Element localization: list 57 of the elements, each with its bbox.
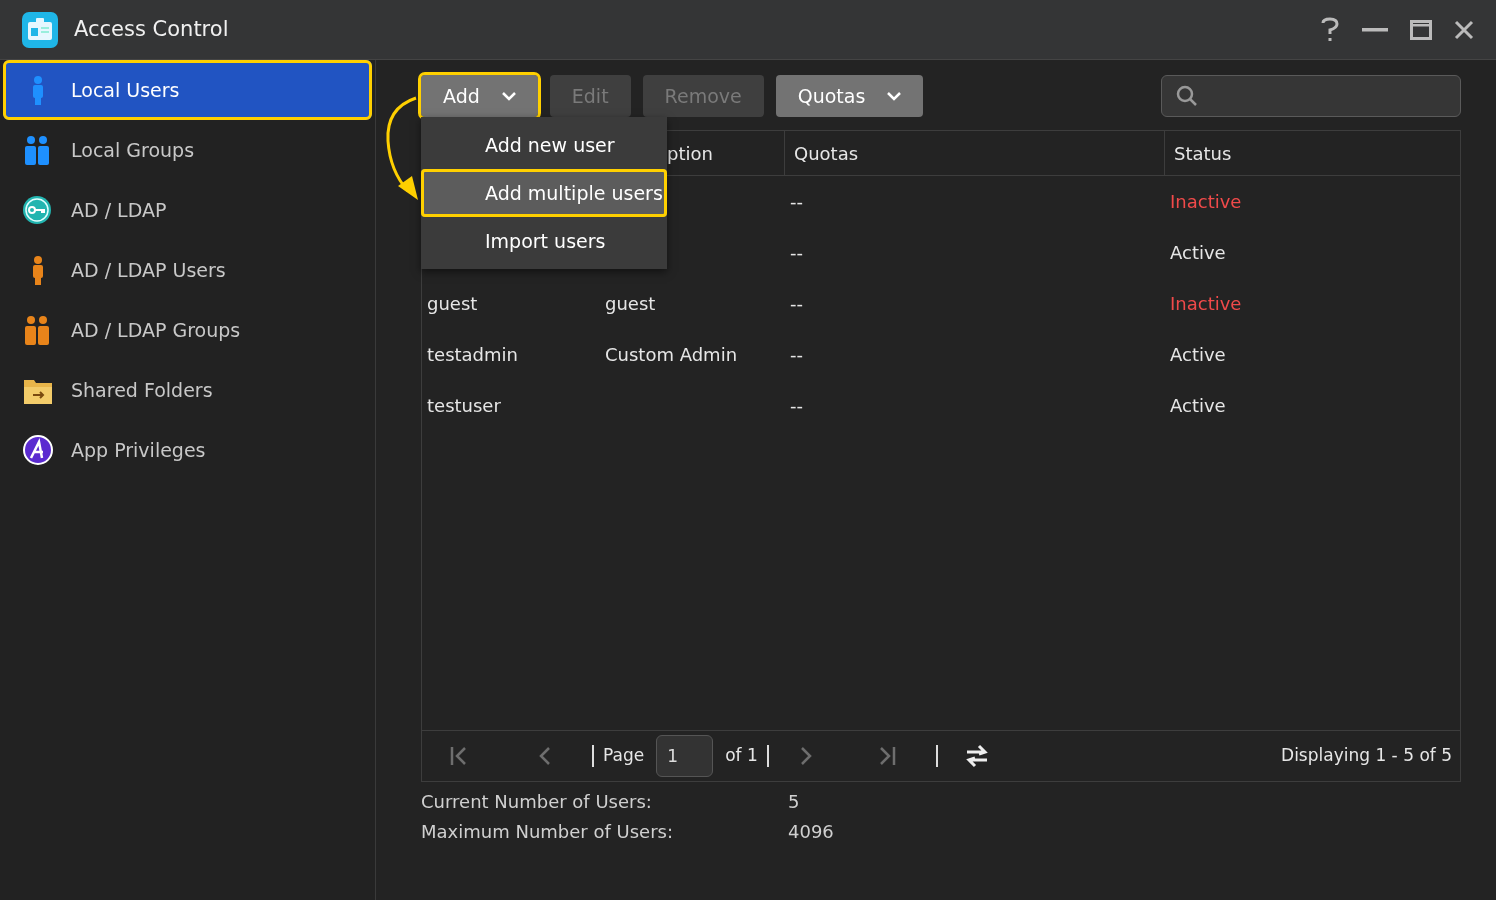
table-cell: guest bbox=[605, 293, 656, 314]
last-page-icon[interactable] bbox=[877, 746, 896, 766]
next-page-icon[interactable] bbox=[798, 746, 813, 766]
caret-icon bbox=[501, 91, 516, 101]
table-cell: -- bbox=[790, 344, 803, 365]
table-cell: Inactive bbox=[1170, 191, 1242, 212]
menu-item[interactable]: Add new user bbox=[421, 121, 667, 169]
sidebar-item[interactable]: AD / LDAP Groups bbox=[3, 300, 372, 360]
menu-item[interactable]: Import users bbox=[421, 217, 667, 265]
toolbar-button[interactable]: Add bbox=[421, 75, 538, 117]
page-count: of 1 bbox=[725, 744, 758, 768]
stat-label: Current Number of Users: bbox=[421, 790, 653, 814]
sidebar-item[interactable]: App Privileges bbox=[3, 420, 372, 480]
table-cell: Active bbox=[1170, 395, 1226, 416]
sidebar-item[interactable]: Shared Folders bbox=[3, 360, 372, 420]
key-icon bbox=[23, 194, 53, 226]
person-icon bbox=[33, 254, 43, 286]
refresh-icon[interactable] bbox=[963, 744, 990, 768]
sidebar-item[interactable]: Local Groups bbox=[3, 120, 372, 180]
table-cell: guest bbox=[427, 293, 478, 314]
table-cell: Active bbox=[1170, 344, 1226, 365]
table-cell: -- bbox=[790, 191, 803, 212]
stat-value: 5 bbox=[788, 790, 801, 814]
table-cell: Custom Admin bbox=[605, 344, 738, 365]
stat-label: Maximum Number of Users: bbox=[421, 820, 674, 844]
window-title: Access Control bbox=[74, 15, 229, 43]
table-cell: -- bbox=[790, 242, 803, 263]
table-cell: -- bbox=[790, 395, 803, 416]
stat-value: 4096 bbox=[788, 820, 835, 844]
help-icon[interactable] bbox=[1320, 16, 1340, 43]
sidebar-item[interactable]: Local Users bbox=[3, 60, 372, 120]
caret-icon bbox=[887, 91, 902, 101]
close-icon[interactable] bbox=[1454, 19, 1474, 40]
table-cell: Inactive bbox=[1170, 293, 1242, 314]
table-cell: testadmin bbox=[427, 344, 518, 365]
sidebar-item[interactable]: AD / LDAP Users bbox=[3, 240, 372, 300]
first-page-icon[interactable] bbox=[450, 746, 468, 766]
column-header[interactable]: ption bbox=[667, 139, 713, 167]
maximize-icon[interactable] bbox=[1410, 19, 1432, 40]
app-icon bbox=[22, 11, 58, 48]
column-header[interactable]: Quotas bbox=[794, 139, 859, 167]
page-input[interactable]: 1 bbox=[656, 735, 714, 777]
display-count: Displaying 1 - 5 of 5 bbox=[1281, 744, 1452, 768]
table-cell: Active bbox=[1170, 242, 1226, 263]
page-label: Page bbox=[603, 744, 645, 768]
minimize-icon[interactable] bbox=[1362, 27, 1388, 32]
column-header[interactable]: Status bbox=[1174, 139, 1232, 167]
sidebar-item[interactable]: AD / LDAP bbox=[3, 180, 372, 240]
table-cell: testuser bbox=[427, 395, 501, 416]
toolbar-button[interactable]: Quotas bbox=[775, 75, 924, 117]
search-field[interactable] bbox=[1161, 75, 1461, 117]
search-icon bbox=[1176, 85, 1198, 107]
person-icon bbox=[33, 74, 43, 106]
letter-a-icon bbox=[23, 434, 53, 466]
previous-page-icon[interactable] bbox=[538, 746, 552, 766]
menu-item[interactable]: Add multiple users bbox=[421, 169, 667, 217]
table-cell: -- bbox=[790, 293, 803, 314]
